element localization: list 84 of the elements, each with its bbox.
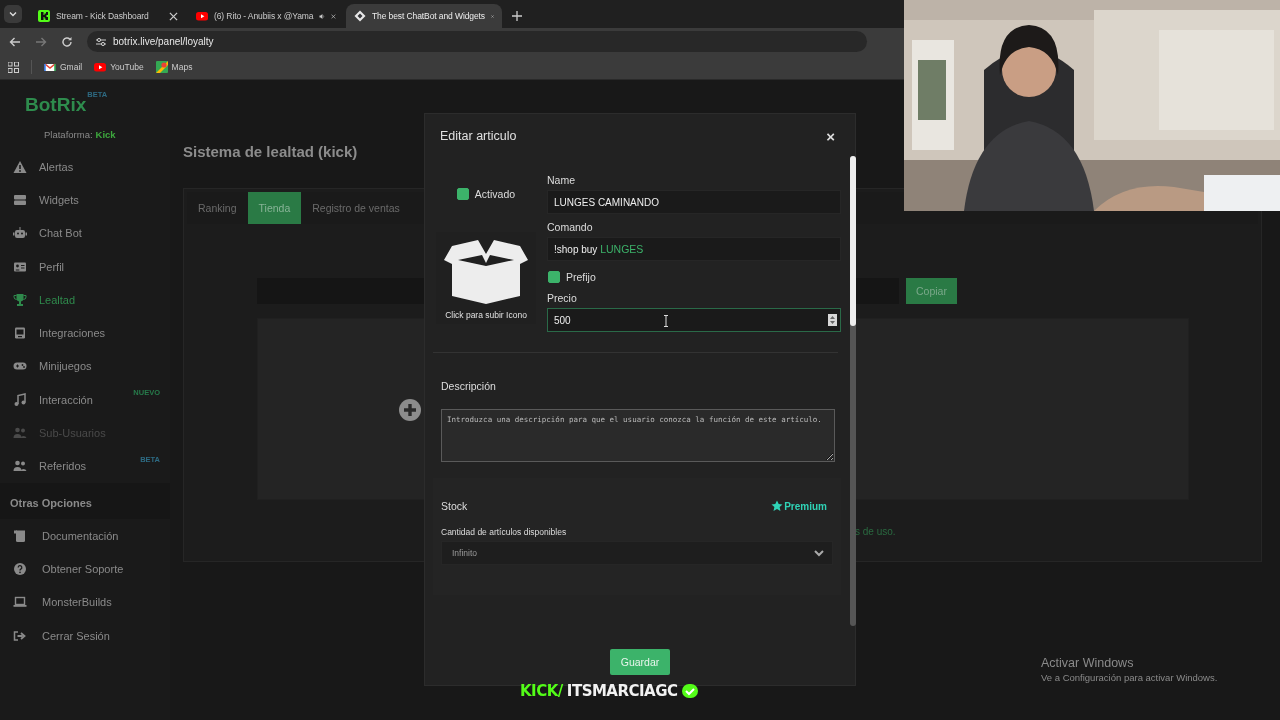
trophy-icon xyxy=(13,292,27,307)
channel-name: ITSMARCIAGC xyxy=(566,682,678,700)
section-label: Descripción xyxy=(441,380,497,392)
logout-icon xyxy=(13,628,27,643)
close-icon xyxy=(331,11,336,21)
sidebar-item[interactable]: Minijuegos xyxy=(0,349,92,384)
activation-text: Ve a Configuración para activar Windows. xyxy=(1041,672,1218,683)
music-note-icon xyxy=(13,392,27,407)
text-cursor-icon xyxy=(663,315,669,327)
checkbox-label: Prefijo xyxy=(566,271,596,283)
field-label: Cantidad de artículos disponibles xyxy=(441,527,568,537)
upload-caption: Click para subir Icono xyxy=(445,310,527,320)
sidebar-item[interactable]: Documentación xyxy=(0,518,119,553)
play-icon xyxy=(94,61,107,73)
sidebar-item[interactable]: Lealtad xyxy=(0,283,76,317)
modal-title: Editar articulo xyxy=(440,129,517,143)
star-icon xyxy=(771,500,784,512)
browser-tab[interactable]: (6) Rito - Anubiis x @Yama xyxy=(188,4,344,28)
scroll-icon xyxy=(13,528,27,543)
premium-label: Premium xyxy=(784,500,827,512)
command-field[interactable]: !shop buy LUNGES xyxy=(547,237,841,261)
spinner-icon xyxy=(828,314,837,326)
browser-tab[interactable]: Stream - Kick Dashboard xyxy=(30,4,186,28)
help-icon xyxy=(13,561,27,576)
map-pin-icon xyxy=(155,61,168,73)
sidebar-item[interactable]: Chat Bot xyxy=(0,216,82,250)
sidebar-item[interactable]: Referidos xyxy=(0,449,87,483)
field-label: Comando xyxy=(547,221,594,233)
terms-text: s de uso. xyxy=(855,526,897,537)
tab[interactable]: Ranking xyxy=(187,192,248,224)
tab[interactable]: Registro de ventas xyxy=(301,192,411,224)
checkbox[interactable] xyxy=(548,271,560,283)
back-icon xyxy=(9,35,21,48)
bookmark[interactable]: Maps xyxy=(155,61,193,73)
site-settings-icon xyxy=(95,35,107,48)
logo: BotRix xyxy=(25,94,87,116)
chevron-down-icon xyxy=(814,549,824,557)
new-tab-icon xyxy=(512,11,522,21)
sidebar-item[interactable]: Cerrar Sesión xyxy=(0,618,110,653)
page-title: Sistema de lealtad (kick) xyxy=(183,143,358,160)
kick-logo-icon xyxy=(38,10,50,22)
forward-icon xyxy=(35,35,47,48)
scrollbar-thumb[interactable] xyxy=(850,156,856,326)
checkbox-label: Activado xyxy=(474,188,516,200)
diamond-icon xyxy=(354,10,366,22)
sidebar-item[interactable]: Interacción xyxy=(0,383,93,417)
stream-platform-text: KICK/ xyxy=(520,682,563,700)
mail-icon xyxy=(44,61,56,73)
sidebar-item[interactable]: Alertas xyxy=(0,150,74,184)
robot-icon xyxy=(13,226,27,241)
bookmark[interactable]: YouTube xyxy=(94,61,144,73)
section-label: Stock xyxy=(441,500,468,512)
play-icon xyxy=(196,10,208,22)
section-heading: Otras Opciones xyxy=(0,482,170,519)
users-icon xyxy=(13,426,27,440)
platform-label: Plataforma: xyxy=(44,129,93,140)
browser-tab[interactable]: The best ChatBot and Widgets xyxy=(346,4,502,28)
bookmark[interactable]: Gmail xyxy=(44,61,83,73)
scrollbar[interactable] xyxy=(850,156,856,626)
sidebar-item[interactable]: Widgets xyxy=(0,183,79,217)
laptop-icon xyxy=(13,595,27,610)
close-button[interactable]: × xyxy=(826,127,835,145)
stock-select[interactable]: Infinito xyxy=(441,541,833,565)
name-field[interactable]: LUNGES CAMINANDO xyxy=(547,190,841,214)
field-label: Precio xyxy=(547,292,578,304)
plus-icon xyxy=(399,399,421,421)
sidebar-item[interactable]: Perfil xyxy=(0,249,65,284)
sidebar-item[interactable]: Obtener Soporte xyxy=(0,552,124,586)
users-icon xyxy=(13,459,27,474)
activation-title: Activar Windows xyxy=(1041,656,1135,670)
sidebar-item[interactable]: MonsterBuilds xyxy=(0,585,112,619)
platform-name: Kick xyxy=(95,129,116,140)
sidebar-item[interactable]: Integraciones xyxy=(0,316,106,350)
warning-icon xyxy=(13,159,27,174)
price-field[interactable]: 500 xyxy=(547,308,841,332)
checkbox[interactable] xyxy=(456,188,469,200)
dropdown-icon xyxy=(4,5,22,23)
reload-icon xyxy=(61,35,73,48)
field-label: Name xyxy=(547,174,576,186)
window-icon xyxy=(13,326,27,341)
close-icon xyxy=(169,11,178,21)
address-bar[interactable]: botrix.live/panel/loyalty xyxy=(87,31,867,52)
widgets-icon xyxy=(13,192,27,207)
apps-grid-icon xyxy=(8,61,19,73)
